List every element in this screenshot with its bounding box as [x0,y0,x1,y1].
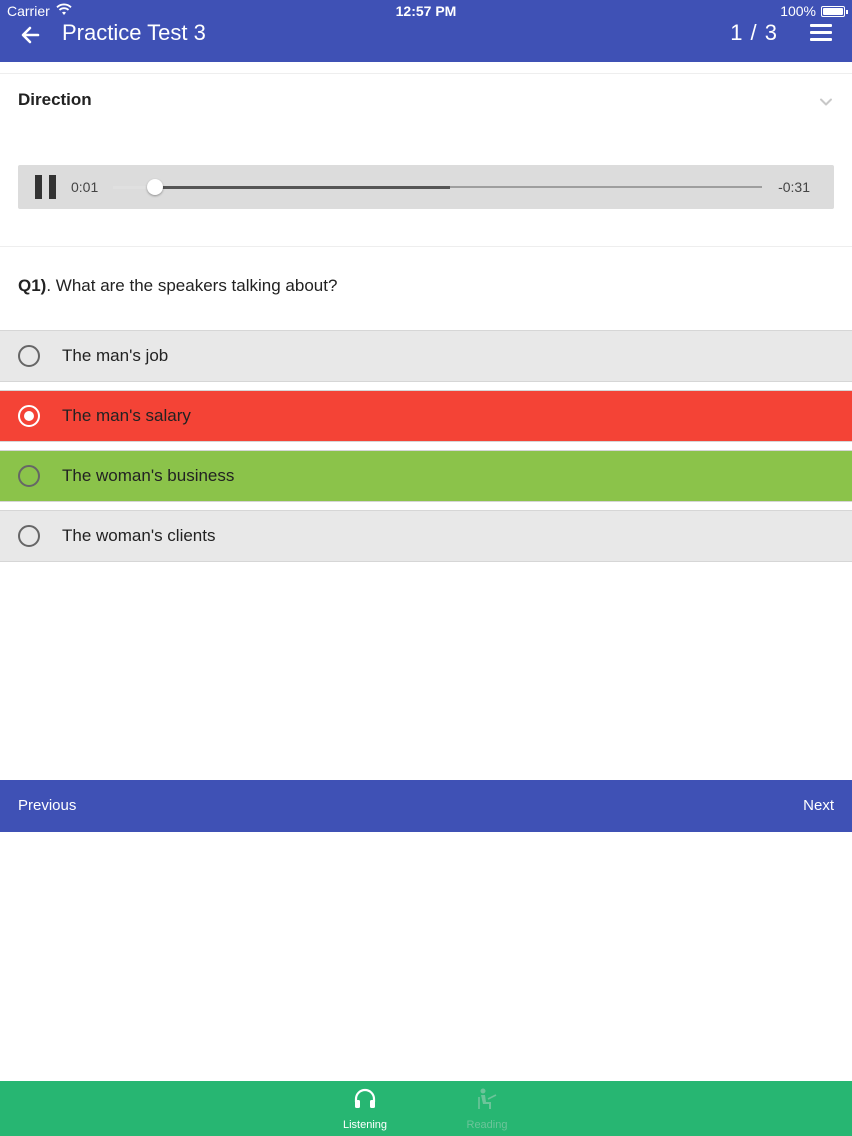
bottom-tab-bar: Listening Reading [0,1081,852,1136]
direction-label: Direction [18,90,92,109]
question-text: Q1). What are the speakers talking about… [18,276,337,296]
question-number: Q1) [18,276,47,295]
arrow-left-icon[interactable] [18,22,44,48]
radio-button[interactable] [18,525,40,547]
divider [0,246,852,247]
elapsed-time: 0:01 [71,179,99,195]
question-counter: 1 / 3 [730,20,778,45]
tab-listening[interactable]: Listening [315,1081,415,1136]
status-bar: Carrier 12:57 PM 100% [0,0,852,22]
next-button[interactable]: Next [803,797,834,814]
answer-option-label: The woman's business [62,466,235,485]
answer-option[interactable]: The woman's business [0,450,852,502]
reading-person-icon [478,1088,497,1109]
headphones-icon [354,1088,376,1108]
buffered-bar [113,185,451,189]
radio-selected-dot [24,411,34,421]
tab-label: Reading [466,1119,508,1131]
chevron-down-icon[interactable] [818,94,834,110]
radio-button[interactable] [18,345,40,367]
audio-seek-track[interactable] [113,179,762,195]
answer-option[interactable]: The man's job [0,330,852,382]
question-body: . What are the speakers talking about? [46,276,338,295]
seek-thumb[interactable] [147,179,164,195]
remaining-time: -0:31 [778,179,810,195]
tab-reading[interactable]: Reading [437,1081,537,1136]
radio-button[interactable] [18,465,40,487]
audio-player: 0:01 -0:31 [18,165,834,209]
answer-option[interactable]: The woman's clients [0,510,852,562]
direction-header[interactable]: Direction [0,74,852,128]
answer-option-label: The man's salary [62,406,191,425]
battery-icon [821,6,848,17]
answer-option-label: The woman's clients [62,526,216,545]
radio-button[interactable] [18,405,40,427]
answer-option-label: The man's job [62,346,169,365]
app-bar: Practice Test 3 1 / 3 [0,20,852,62]
question-navigation-bar: Previous Next [0,780,852,832]
clock: 12:57 PM [395,3,457,19]
tab-label: Listening [342,1119,388,1131]
battery-percent: 100% [780,3,816,19]
answer-option[interactable]: The man's salary [0,390,852,442]
previous-button[interactable]: Previous [18,797,76,814]
page-title: Practice Test 3 [62,20,206,45]
hamburger-menu-icon[interactable] [810,24,832,42]
pause-icon[interactable] [35,175,57,199]
